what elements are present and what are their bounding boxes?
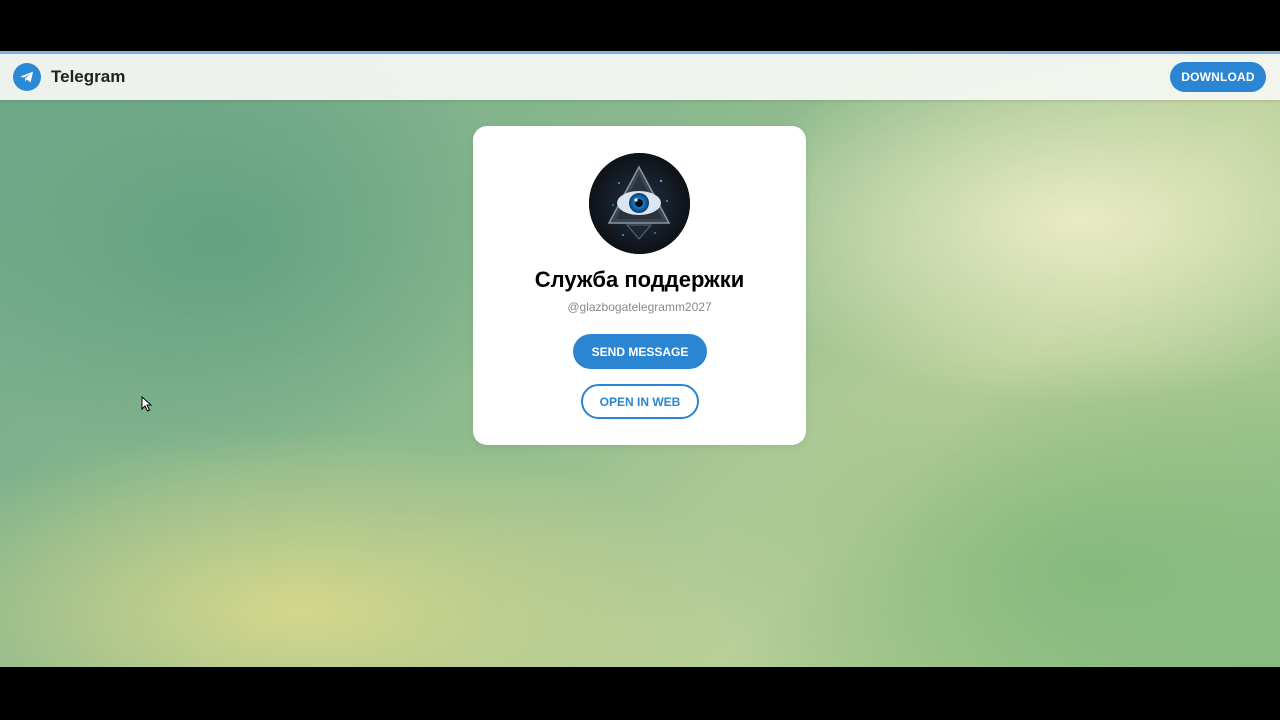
header-bar: Telegram DOWNLOAD xyxy=(0,54,1280,100)
avatar xyxy=(589,153,690,254)
eye-pyramid-avatar-icon xyxy=(589,153,690,254)
profile-card: Служба поддержки @glazbogatelegramm2027 … xyxy=(473,126,806,445)
brand-link[interactable]: Telegram xyxy=(13,63,125,91)
mouse-cursor-icon xyxy=(141,395,153,412)
send-message-button[interactable]: SEND MESSAGE xyxy=(573,334,707,369)
page-background: Telegram DOWNLOAD Служба поддержки @glaz… xyxy=(0,51,1280,667)
telegram-logo-icon xyxy=(13,63,41,91)
profile-title: Служба поддержки xyxy=(534,267,745,292)
letterbox-top xyxy=(0,0,1280,51)
letterbox-bottom xyxy=(0,667,1280,720)
profile-username: @glazbogatelegramm2027 xyxy=(567,300,712,314)
download-button[interactable]: DOWNLOAD xyxy=(1170,62,1266,92)
open-in-web-button[interactable]: OPEN IN WEB xyxy=(581,384,699,419)
brand-name: Telegram xyxy=(51,67,126,86)
